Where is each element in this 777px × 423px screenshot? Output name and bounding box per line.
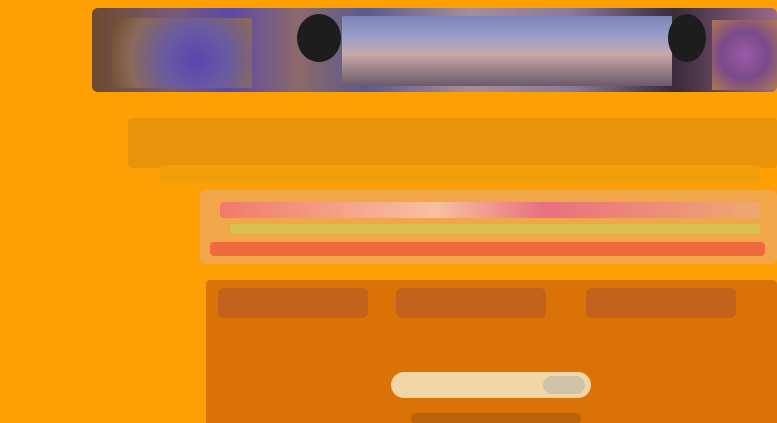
banner-left-image (112, 18, 252, 88)
banner-right-image (712, 20, 777, 90)
nav-line-3[interactable] (210, 242, 765, 256)
left-margin (0, 0, 92, 423)
tab-2[interactable] (396, 288, 546, 318)
tab-1[interactable] (218, 288, 368, 318)
headline-subbar (160, 165, 760, 183)
footer-text-line (411, 413, 581, 423)
nav-line-2[interactable] (230, 224, 760, 234)
tab-3[interactable] (586, 288, 736, 318)
header-banner (92, 8, 777, 92)
banner-center-image (342, 16, 672, 86)
page-headline (128, 118, 777, 168)
banner-ornament-right (668, 14, 706, 62)
banner-ornament-left (297, 14, 341, 62)
search-button[interactable] (543, 376, 585, 394)
search-input[interactable] (391, 372, 591, 398)
nav-line-1[interactable] (220, 202, 760, 218)
main-content-panel (206, 280, 777, 423)
navigation-strip (200, 190, 777, 264)
